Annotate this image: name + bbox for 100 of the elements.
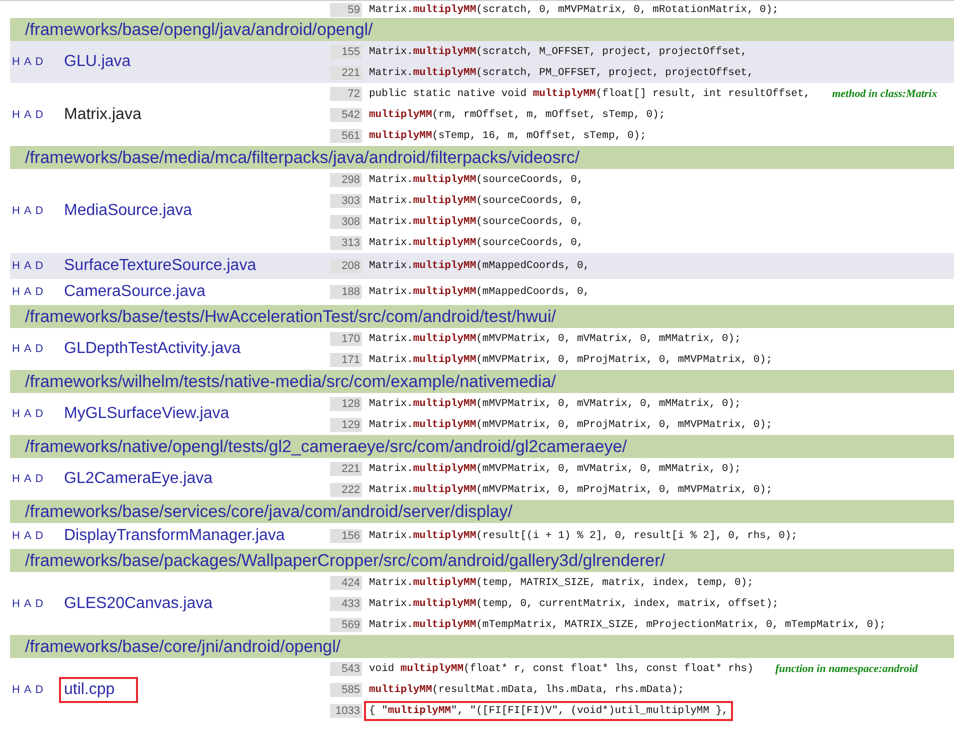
code-line: multiplyMM(resultMat.mData, lhs.mData, rhs.mData); (368, 682, 686, 698)
history-link[interactable]: A (24, 108, 32, 120)
history-link[interactable]: D (35, 260, 44, 272)
line-number[interactable]: 155 (330, 44, 362, 58)
line-number[interactable]: 1033 (330, 704, 362, 718)
file-link[interactable]: Matrix.java (59, 102, 164, 128)
code-line: public static native void multiplyMM(float[] result, int resultOffset, (368, 86, 812, 102)
history-link[interactable]: H (12, 473, 20, 485)
file-link[interactable]: DisplayTransformManager.java (59, 523, 308, 549)
file-link[interactable]: GLES20Canvas.java (59, 590, 236, 616)
file-link[interactable]: CameraSource.java (59, 279, 228, 305)
line-number[interactable]: 221 (330, 462, 362, 476)
file-link[interactable]: SurfaceTextureSource.java (59, 253, 280, 279)
history-link[interactable]: D (35, 205, 44, 217)
line-number[interactable]: 171 (330, 352, 362, 366)
history-link[interactable]: D (35, 684, 44, 696)
line-number[interactable]: 170 (330, 332, 362, 346)
code-line: Matrix.multiplyMM(mMappedCoords, 0, (368, 259, 591, 274)
line-number[interactable]: 543 (330, 662, 362, 676)
line-number[interactable]: 424 (330, 576, 362, 590)
file-link[interactable]: GL2CameraEye.java (59, 466, 236, 492)
code-line: Matrix.multiplyMM(mMVPMatrix, 0, mProjMatrix, 0, mMVPMatrix, 0); (368, 352, 774, 368)
line-number[interactable]: 188 (330, 285, 362, 299)
history-link[interactable]: D (35, 108, 44, 120)
code-line: Matrix.multiplyMM(temp, MATRIX_SIZE, matrix, index, temp, 0); (368, 576, 754, 590)
directory-link[interactable]: /frameworks/base/services/core/java/com/android/server/display/ (25, 502, 513, 522)
line-number[interactable]: 433 (330, 596, 362, 610)
directory-link[interactable]: /frameworks/base/opengl/java/android/opengl/ (25, 20, 373, 40)
code-line: Matrix.multiplyMM(mMVPMatrix, 0, mVMatrix, 0, mMMatrix, 0); (368, 396, 742, 412)
code-line: Matrix.multiplyMM(scratch, PM_OFFSET, project, projectOffset, (368, 66, 754, 80)
line-number[interactable]: 308 (330, 214, 362, 228)
history-link[interactable]: D (35, 343, 44, 355)
code-line: Matrix.multiplyMM(mMappedCoords, 0, (368, 285, 591, 300)
line-number[interactable]: 303 (330, 194, 362, 208)
history-link[interactable]: D (35, 286, 44, 298)
history-link[interactable]: A (24, 598, 32, 610)
history-link[interactable]: A (24, 56, 32, 68)
code-line: Matrix.multiplyMM(result[(i + 1) % 2], 0, result[i % 2], 0, rhs, 0); (368, 529, 798, 544)
code-line: void multiplyMM(float* r, const float* lhs, const float* rhs) (368, 662, 754, 676)
history-link[interactable]: H (12, 684, 20, 696)
code-line: Matrix.multiplyMM(mMVPMatrix, 0, mVMatrix, 0, mMMatrix, 0); (368, 332, 742, 346)
directory-link[interactable]: /frameworks/base/packages/WallpaperCropper/src/com/android/gallery3d/glrenderer/ (25, 550, 665, 570)
definition-note: function in namespace:android (775, 662, 918, 674)
line-number[interactable]: 585 (330, 682, 362, 696)
line-number[interactable]: 561 (330, 128, 362, 142)
line-number[interactable]: 156 (330, 529, 362, 543)
directory-link[interactable]: /frameworks/wilhelm/tests/native-media/src/com/example/nativemedia/ (25, 372, 556, 392)
history-link[interactable]: A (24, 684, 32, 696)
line-number[interactable]: 129 (330, 418, 362, 432)
file-link[interactable]: MediaSource.java (59, 198, 216, 224)
history-link[interactable]: A (24, 286, 32, 298)
code-line: Matrix.multiplyMM(mMVPMatrix, 0, mProjMatrix, 0, mMVPMatrix, 0); (368, 482, 774, 498)
code-line: Matrix.multiplyMM(sourceCoords, 0, (368, 236, 584, 250)
line-number[interactable]: 72 (330, 86, 362, 100)
history-link[interactable]: A (24, 260, 32, 272)
line-number[interactable]: 313 (330, 236, 362, 250)
code-line: Matrix.multiplyMM(sourceCoords, 0, (368, 214, 584, 230)
history-link[interactable]: D (35, 56, 44, 68)
directory-link[interactable]: /frameworks/base/tests/HwAccelerationTest/src/com/android/test/hwui/ (25, 306, 556, 326)
definition-note: method in class:Matrix (832, 88, 938, 100)
history-link[interactable]: A (24, 408, 32, 420)
history-link[interactable]: A (24, 343, 32, 355)
line-number[interactable]: 222 (330, 482, 362, 496)
line-number[interactable]: 542 (330, 108, 362, 122)
history-link[interactable]: H (12, 260, 20, 272)
file-link[interactable]: GLDepthTestActivity.java (59, 336, 264, 362)
history-link[interactable]: A (24, 473, 32, 485)
history-link[interactable]: A (24, 205, 32, 217)
code-line: multiplyMM(rm, rmOffset, m, mOffset, sTemp, 0); (368, 108, 666, 122)
code-line: Matrix.multiplyMM(mTempMatrix, MATRIX_SIZE, mProjectionMatrix, 0, mTempMatrix, 0); (368, 618, 887, 632)
history-link[interactable]: D (35, 408, 44, 420)
history-link[interactable]: H (12, 108, 20, 120)
line-number[interactable]: 59 (330, 2, 362, 16)
code-line: Matrix.multiplyMM(scratch, 0, mMVPMatrix, 0, mRotationMatrix, 0); (368, 2, 780, 18)
file-link[interactable]: MyGLSurfaceView.java (59, 401, 252, 427)
history-link[interactable]: H (12, 286, 20, 298)
code-line: multiplyMM(sTemp, 16, m, mOffset, sTemp, 0); (368, 128, 648, 144)
code-line: Matrix.multiplyMM(temp, 0, currentMatrix, index, matrix, offset); (368, 596, 780, 612)
history-link[interactable]: H (12, 343, 20, 355)
line-number[interactable]: 208 (330, 259, 362, 273)
history-link[interactable]: H (12, 56, 20, 68)
line-number[interactable]: 221 (330, 66, 362, 80)
history-link[interactable]: H (12, 530, 20, 542)
history-link[interactable]: H (12, 205, 20, 217)
history-link[interactable]: H (12, 598, 20, 610)
history-link[interactable]: A (24, 530, 32, 542)
directory-link[interactable]: /frameworks/native/opengl/tests/gl2_cameraeye/src/com/android/gl2cameraeye/ (25, 436, 627, 456)
line-number[interactable]: 128 (330, 396, 362, 410)
line-number[interactable]: 569 (330, 618, 362, 632)
file-link[interactable]: util.cpp (59, 676, 138, 702)
history-link[interactable]: D (35, 530, 44, 542)
directory-link[interactable]: /frameworks/base/core/jni/android/opengl/ (25, 636, 341, 656)
history-link[interactable]: D (35, 473, 44, 485)
file-link[interactable]: GLU.java (59, 49, 154, 75)
directory-link[interactable]: /frameworks/base/media/mca/filterpacks/java/android/filterpacks/videosrc/ (25, 148, 580, 168)
history-link[interactable]: D (35, 598, 44, 610)
history-link[interactable]: H (12, 408, 20, 420)
code-line: Matrix.multiplyMM(mMVPMatrix, 0, mProjMatrix, 0, mMVPMatrix, 0); (368, 418, 774, 432)
code-line: Matrix.multiplyMM(scratch, M_OFFSET, project, projectOffset, (368, 44, 748, 60)
line-number[interactable]: 298 (330, 172, 362, 186)
